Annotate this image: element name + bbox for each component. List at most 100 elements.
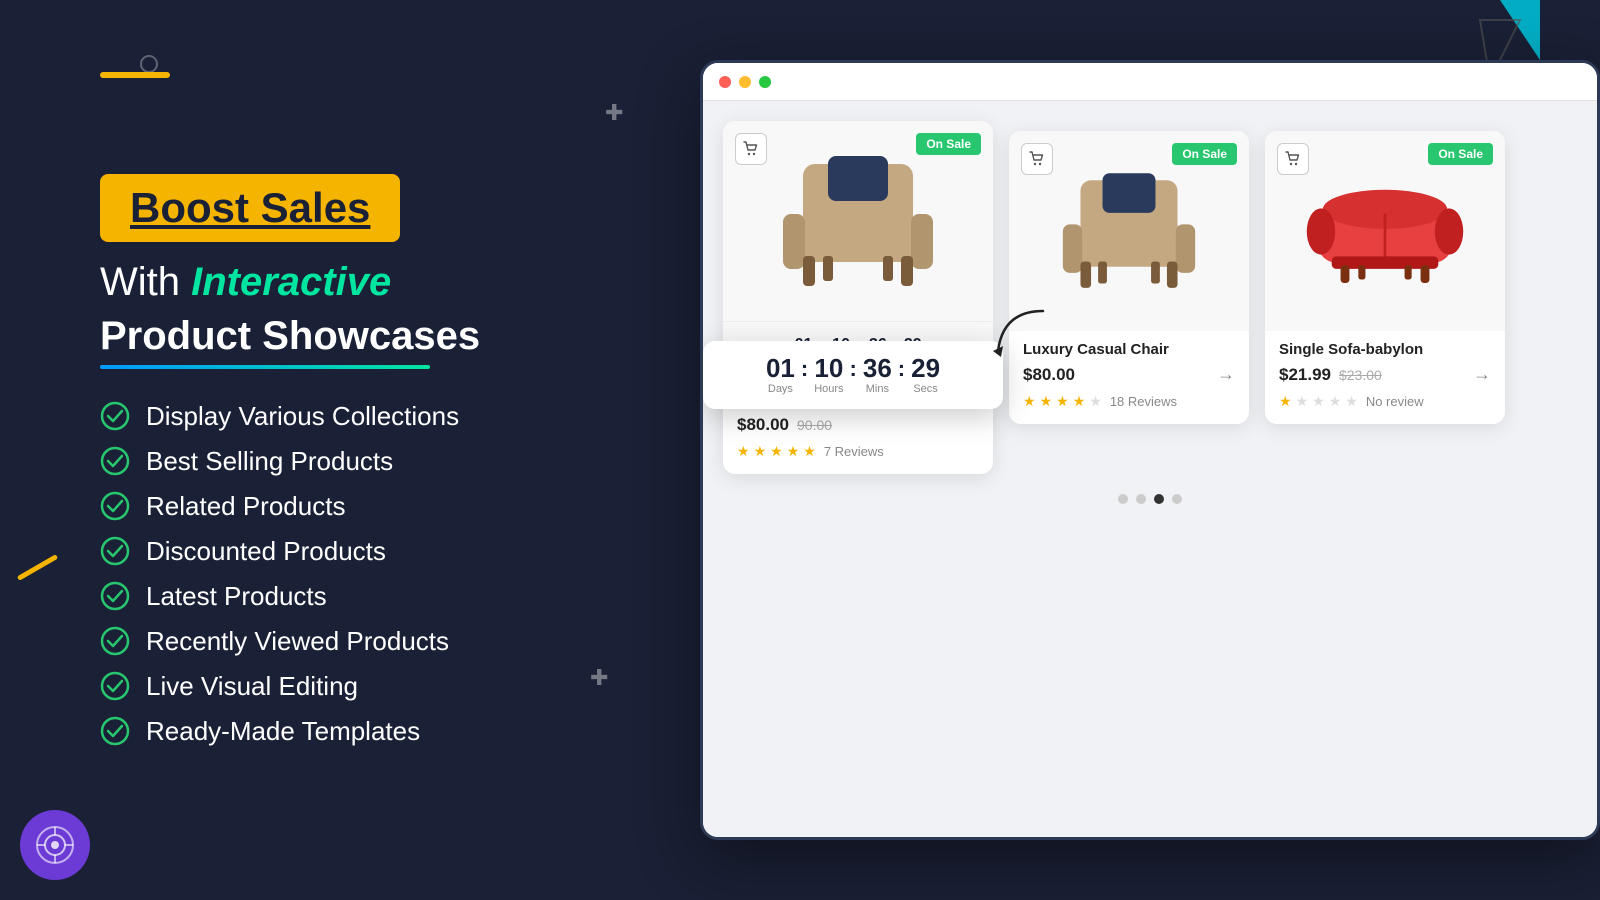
price-current-1: $80.00 bbox=[737, 415, 789, 435]
cd-popup-sep2: : bbox=[850, 356, 857, 382]
feature-text-6: Recently Viewed Products bbox=[146, 626, 449, 657]
star-2-2: ★ bbox=[1040, 393, 1053, 410]
star-2-3: ★ bbox=[1056, 393, 1069, 410]
curved-arrow bbox=[983, 301, 1063, 381]
feature-item-7: Live Visual Editing bbox=[100, 671, 600, 702]
product-name-3: Single Sofa-babylon bbox=[1279, 341, 1491, 358]
cart-icon-3[interactable] bbox=[1277, 143, 1309, 175]
on-sale-badge-1: On Sale bbox=[916, 133, 981, 155]
price-old-1: 90.00 bbox=[797, 417, 832, 433]
chair-tan-svg-2 bbox=[1054, 161, 1204, 301]
chair-tan-svg-1 bbox=[773, 144, 943, 299]
star-2-5: ★ bbox=[1089, 393, 1102, 410]
dot-1[interactable] bbox=[1118, 494, 1128, 504]
cd-popup-secs: 29 Secs bbox=[911, 355, 940, 395]
star-1-2: ★ bbox=[754, 443, 767, 460]
cd-popup-hours: 10 Hours bbox=[814, 355, 843, 395]
product-card-3-body: Single Sofa-babylon $21.99 $23.00 → ★ ★ … bbox=[1265, 331, 1505, 424]
cd-popup-days: 01 Days bbox=[766, 355, 795, 395]
check-icon-6 bbox=[100, 626, 130, 656]
product-card-3: On Sale bbox=[1265, 131, 1505, 424]
sofa-red-svg bbox=[1305, 159, 1465, 304]
cart-icon-2[interactable] bbox=[1021, 143, 1053, 175]
product-card-1-image-area: On Sale bbox=[723, 121, 993, 321]
star-3-3: ★ bbox=[1312, 393, 1325, 410]
star-2-1: ★ bbox=[1023, 393, 1036, 410]
star-1-3: ★ bbox=[770, 443, 783, 460]
cart-svg-1 bbox=[743, 141, 759, 157]
feature-item-4: Discounted Products bbox=[100, 536, 600, 567]
feature-item-5: Latest Products bbox=[100, 581, 600, 612]
check-icon-7 bbox=[100, 671, 130, 701]
dot-4[interactable] bbox=[1172, 494, 1182, 504]
reviews-count-3: No review bbox=[1366, 394, 1424, 409]
star-1-1: ★ bbox=[737, 443, 750, 460]
feature-item-8: Ready-Made Templates bbox=[100, 716, 600, 747]
star-2-4: ★ bbox=[1073, 393, 1086, 410]
countdown-popup: 01 Days : 10 Hours : 36 Mins bbox=[703, 341, 1003, 409]
headline-with: With Interactive bbox=[100, 258, 600, 306]
feature-text-7: Live Visual Editing bbox=[146, 671, 358, 702]
cd-popup-sep1: : bbox=[801, 356, 808, 382]
boost-badge: Boost Sales bbox=[100, 174, 400, 242]
cd-popup-sep3: : bbox=[898, 356, 905, 382]
interactive-text: Interactive bbox=[191, 260, 391, 304]
logo-icon bbox=[33, 823, 77, 867]
feature-text-4: Discounted Products bbox=[146, 536, 386, 567]
products-row: On Sale bbox=[723, 121, 1577, 474]
arrow-right-2: → bbox=[1217, 364, 1235, 385]
left-content-panel: Boost Sales With Interactive Product Sho… bbox=[0, 0, 660, 900]
check-icon-2 bbox=[100, 446, 130, 476]
star-3-4: ★ bbox=[1329, 393, 1342, 410]
on-sale-badge-2: On Sale bbox=[1172, 143, 1237, 165]
with-text: With bbox=[100, 260, 180, 304]
feature-list: Display Various Collections Best Selling… bbox=[100, 401, 600, 747]
feature-item-6: Recently Viewed Products bbox=[100, 626, 600, 657]
cart-svg-2 bbox=[1029, 151, 1045, 167]
feature-item-1: Display Various Collections bbox=[100, 401, 600, 432]
feature-text-8: Ready-Made Templates bbox=[146, 716, 420, 747]
star-3-5: ★ bbox=[1345, 393, 1358, 410]
products-container: On Sale bbox=[723, 121, 1577, 474]
price-old-3: $23.00 bbox=[1339, 367, 1382, 383]
browser-dot-yellow bbox=[739, 76, 751, 88]
dot-2[interactable] bbox=[1136, 494, 1146, 504]
feature-text-5: Latest Products bbox=[146, 581, 327, 612]
feature-item-3: Related Products bbox=[100, 491, 600, 522]
feature-item-2: Best Selling Products bbox=[100, 446, 600, 477]
browser-dot-green bbox=[759, 76, 771, 88]
check-icon-1 bbox=[100, 401, 130, 431]
product-card-1: On Sale bbox=[723, 121, 993, 474]
reviews-count-2: 18 Reviews bbox=[1110, 394, 1177, 409]
stars-row-1: ★ ★ ★ ★ ★ 7 Reviews bbox=[737, 443, 979, 460]
product-card-3-image-area: On Sale bbox=[1265, 131, 1505, 331]
underline-decoration bbox=[100, 365, 430, 369]
cart-svg-3 bbox=[1285, 151, 1301, 167]
price-row-1: $80.00 90.00 bbox=[737, 415, 979, 435]
feature-text-2: Best Selling Products bbox=[146, 446, 393, 477]
feature-text-1: Display Various Collections bbox=[146, 401, 459, 432]
price-current-3: $21.99 bbox=[1279, 365, 1331, 385]
star-3-1: ★ bbox=[1279, 393, 1292, 410]
check-icon-5 bbox=[100, 581, 130, 611]
boost-badge-text: Boost Sales bbox=[130, 184, 370, 231]
cart-icon-1[interactable] bbox=[735, 133, 767, 165]
star-3-2: ★ bbox=[1296, 393, 1309, 410]
countdown-row: 01 Days : 10 Hours : 36 Mins bbox=[723, 355, 983, 395]
browser-frame: On Sale bbox=[700, 60, 1600, 840]
feature-text-3: Related Products bbox=[146, 491, 345, 522]
price-row-3: $21.99 $23.00 → bbox=[1279, 364, 1491, 385]
check-icon-3 bbox=[100, 491, 130, 521]
logo-circle bbox=[20, 810, 90, 880]
stars-row-3: ★ ★ ★ ★ ★ No review bbox=[1279, 393, 1491, 410]
cd-popup-mins: 36 Mins bbox=[863, 355, 892, 395]
arrow-right-3: → bbox=[1473, 364, 1491, 385]
check-icon-4 bbox=[100, 536, 130, 566]
on-sale-badge-3: On Sale bbox=[1428, 143, 1493, 165]
check-icon-8 bbox=[100, 716, 130, 746]
browser-bar bbox=[703, 63, 1597, 101]
star-1-5: ★ bbox=[803, 443, 816, 460]
reviews-count-1: 7 Reviews bbox=[824, 444, 884, 459]
headline-line2: Product Showcases bbox=[100, 314, 600, 359]
dot-3-active[interactable] bbox=[1154, 494, 1164, 504]
